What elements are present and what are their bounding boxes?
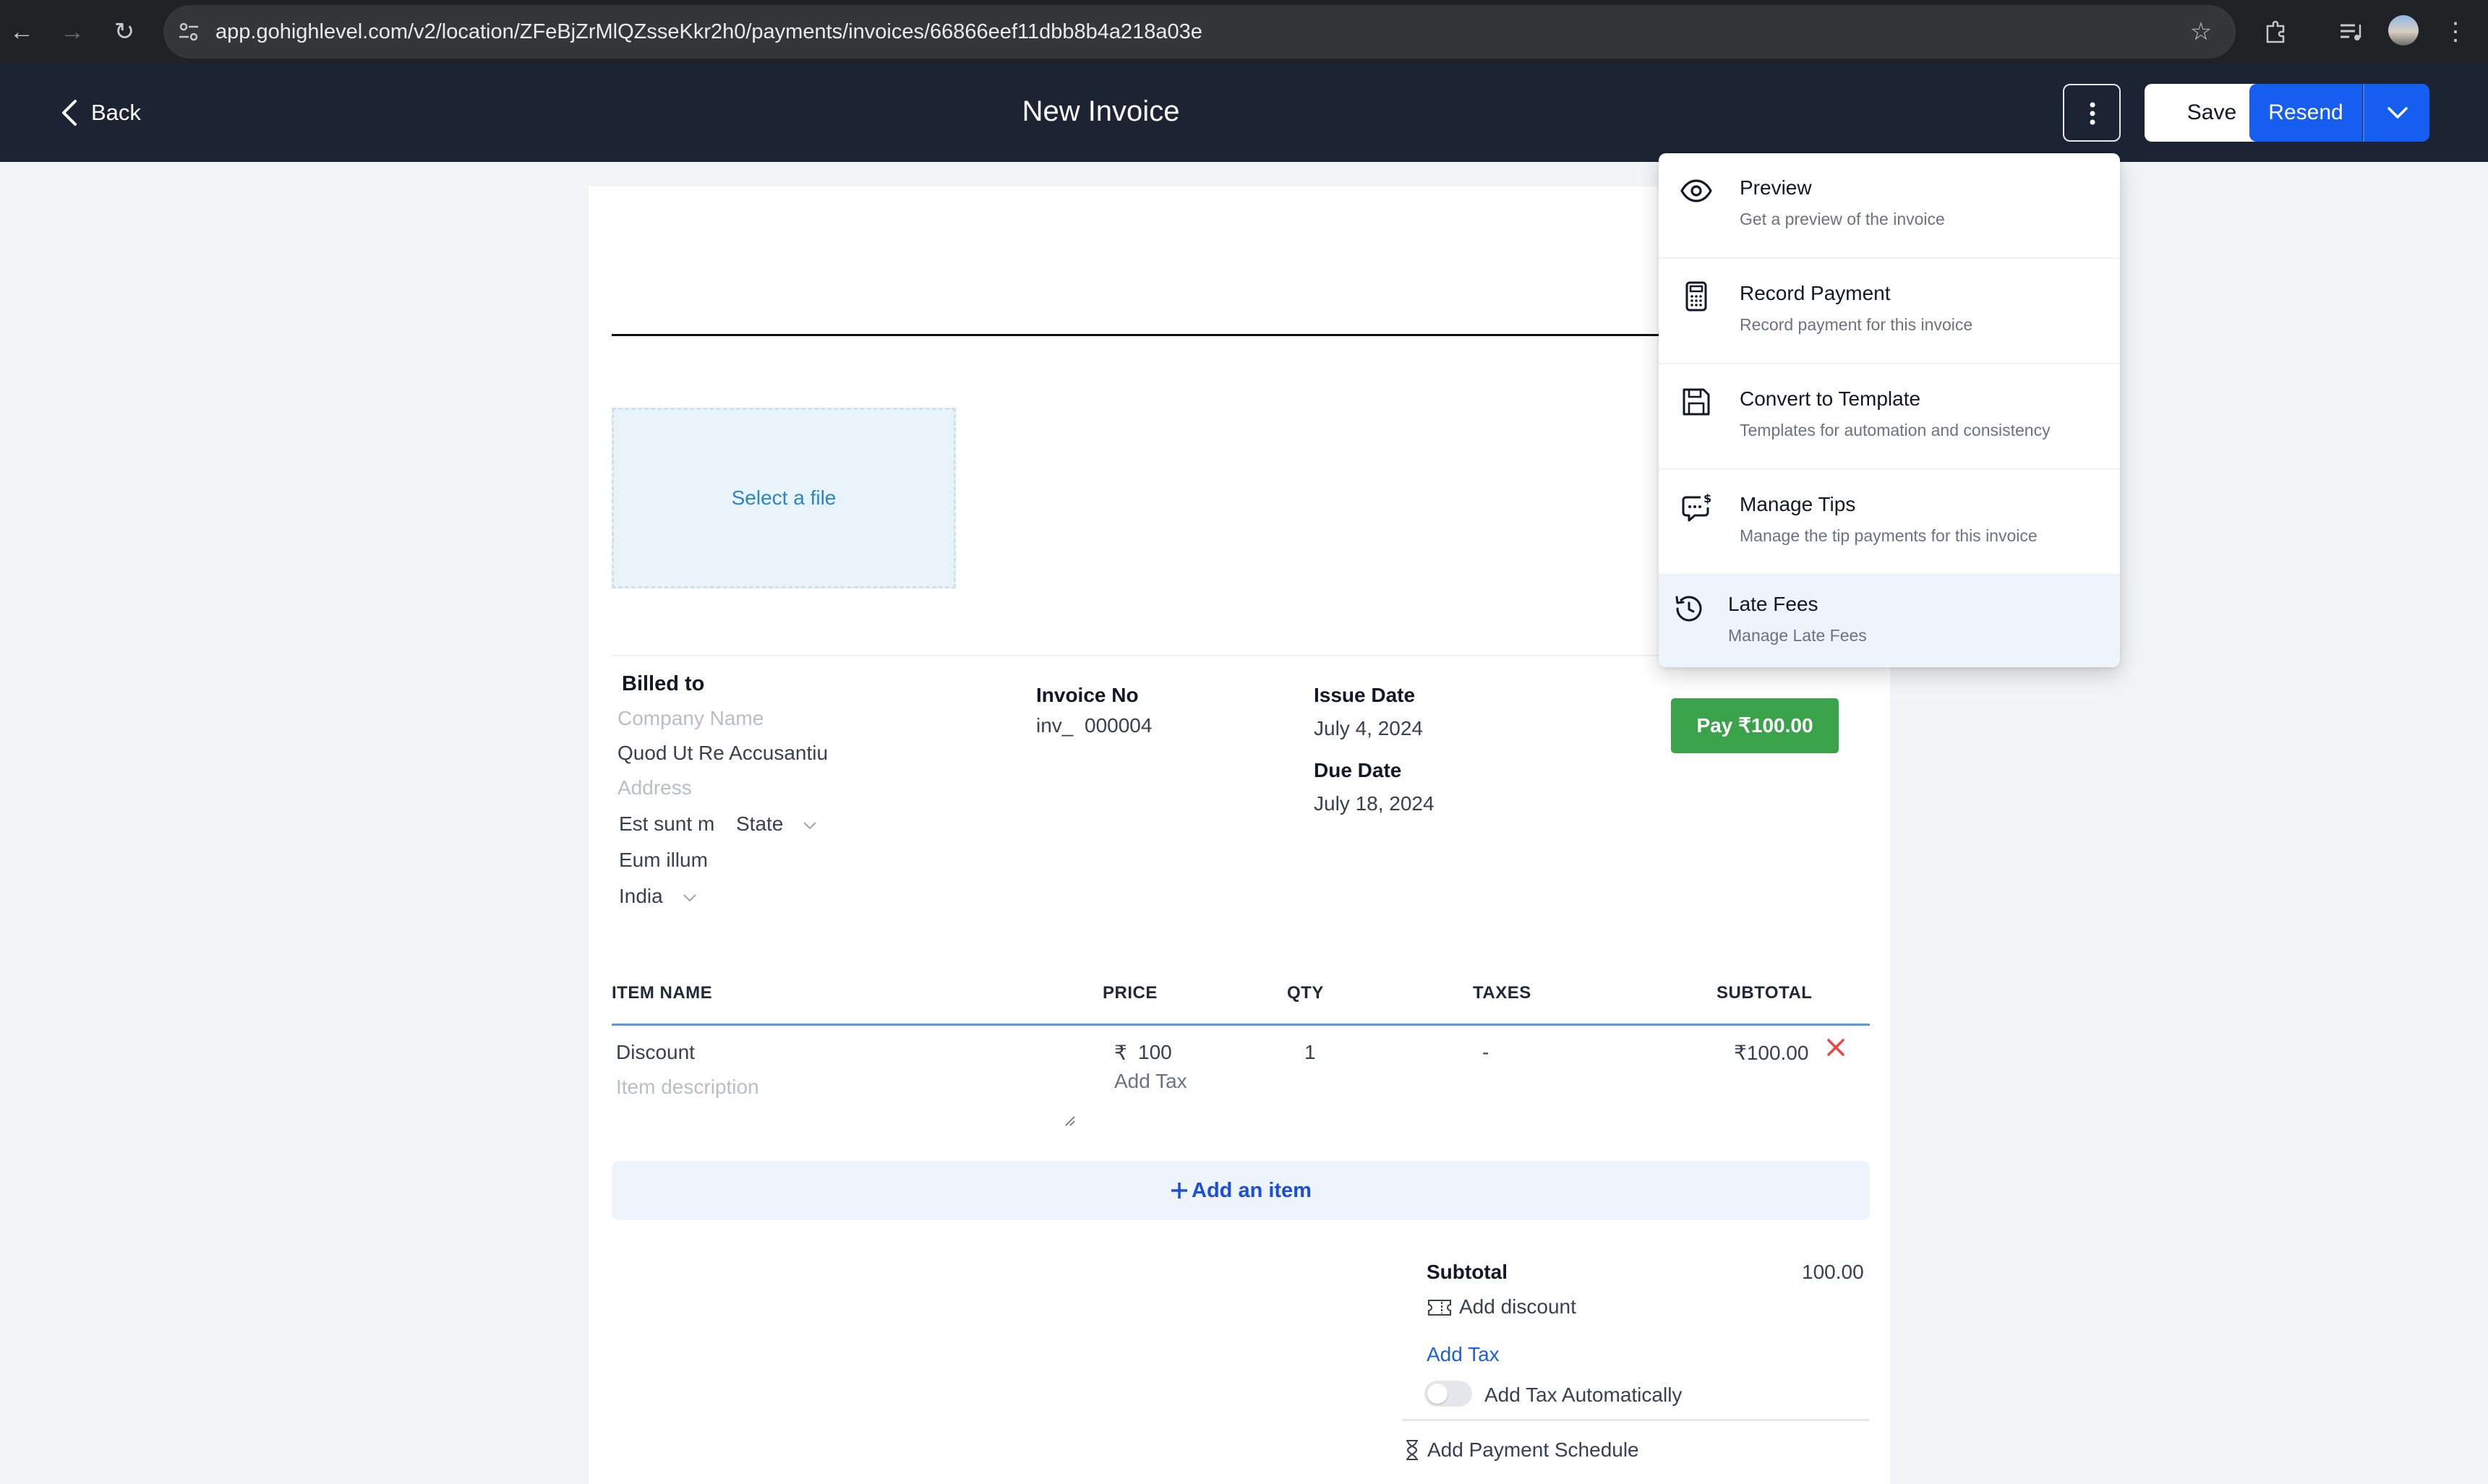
column-header-price: PRICE — [1103, 983, 1158, 1003]
menu-item-preview[interactable]: Preview Get a preview of the invoice — [1659, 153, 2120, 259]
add-item-button[interactable]: Add an item — [612, 1161, 1870, 1220]
add-discount-label: Add discount — [1459, 1295, 1576, 1318]
menu-item-manage-tips[interactable]: $ Manage Tips Manage the tip payments fo… — [1659, 470, 2120, 575]
plus-icon — [1171, 1183, 1188, 1198]
select-file-link[interactable]: Select a file — [614, 410, 954, 586]
column-header-item-name: ITEM NAME — [612, 983, 713, 1003]
state-select[interactable]: State — [736, 812, 818, 836]
menu-item-title: Preview — [1740, 176, 1812, 199]
pay-button[interactable]: Pay ₹100.00 — [1671, 698, 1839, 753]
menu-item-title: Record Payment — [1740, 282, 1891, 304]
menu-item-subtitle: Templates for automation and consistency — [1740, 421, 2051, 439]
due-date-label: Due Date — [1314, 759, 1402, 781]
delete-item-icon[interactable] — [1825, 1037, 1847, 1058]
item-name-field[interactable]: Discount — [616, 1041, 695, 1064]
price-currency: ₹ — [1114, 1042, 1127, 1064]
column-header-qty: QTY — [1287, 983, 1324, 1003]
menu-item-convert-to-template[interactable]: Convert to Template Templates for automa… — [1659, 364, 2120, 470]
page-title: New Invoice — [1022, 95, 1180, 127]
row-subtotal: ₹100.00 — [1734, 1042, 1809, 1064]
media-controls-icon[interactable] — [2338, 19, 2364, 45]
invoice-number-label: Invoice No — [1036, 684, 1139, 706]
summary-divider — [1403, 1419, 1870, 1421]
menu-item-subtitle: Manage the tip payments for this invoice — [1740, 526, 2038, 545]
subtotal-label: Subtotal — [1427, 1261, 1508, 1283]
kebab-icon — [2090, 102, 2095, 125]
chevron-down-icon — [803, 821, 816, 830]
textarea-resize-icon[interactable] — [1064, 1115, 1076, 1127]
menu-item-title: Manage Tips — [1740, 493, 1856, 515]
table-header-divider — [612, 1024, 1870, 1026]
country-select[interactable]: India — [619, 885, 698, 908]
clock-history-icon — [1675, 596, 1702, 622]
add-discount-link[interactable]: Add discount — [1427, 1295, 1576, 1318]
hourglass-icon — [1406, 1440, 1418, 1460]
chevron-down-icon — [683, 893, 696, 902]
resend-options-button[interactable] — [2363, 84, 2429, 142]
country-select-value: India — [619, 885, 663, 907]
menu-item-subtitle: Get a preview of the invoice — [1740, 210, 1945, 228]
invoice-number-field[interactable]: 000004 — [1085, 714, 1152, 737]
chevron-down-icon — [2387, 107, 2408, 119]
invoice-header: Back New Invoice Save Resend — [0, 64, 2488, 162]
bookmark-star-icon[interactable]: ☆ — [2182, 13, 2220, 51]
qty-field[interactable]: 1 — [1304, 1041, 1316, 1064]
customer-name-field[interactable]: Quod Ut Re Accusantiu — [617, 742, 828, 765]
subtotal-value: 100.00 — [1802, 1261, 1864, 1283]
state-select-value: State — [736, 812, 784, 835]
add-payment-schedule-label: Add Payment Schedule — [1427, 1438, 1639, 1461]
browser-reload-icon[interactable]: ↻ — [108, 16, 140, 48]
add-tax-auto-label: Add Tax Automatically — [1484, 1384, 1683, 1406]
menu-item-title: Late Fees — [1728, 593, 1818, 615]
browser-toolbar: ← → ↻ app.gohighlevel.com/v2/location/ZF… — [0, 0, 2488, 64]
add-tax-auto-toggle[interactable] — [1424, 1381, 1472, 1407]
address-bar-url: app.gohighlevel.com/v2/location/ZFeBjZrM… — [215, 20, 1202, 43]
add-item-label: Add an item — [1192, 1179, 1312, 1202]
floppy-disk-icon — [1683, 388, 1710, 416]
browser-back-icon[interactable]: ← — [6, 16, 38, 48]
issue-date-field[interactable]: July 4, 2024 — [1314, 717, 1423, 740]
browser-forward-icon[interactable]: → — [56, 16, 88, 48]
issue-date-label: Issue Date — [1314, 684, 1416, 706]
browser-menu-icon[interactable]: ⋮ — [2437, 13, 2474, 51]
due-date-field[interactable]: July 18, 2024 — [1314, 792, 1435, 815]
ticket-icon — [1428, 1300, 1451, 1316]
menu-item-subtitle: Record payment for this invoice — [1740, 315, 1973, 334]
add-payment-schedule-link[interactable]: Add Payment Schedule — [1404, 1438, 1639, 1462]
city-field[interactable]: Est sunt m — [619, 812, 714, 836]
row-add-tax-link[interactable]: Add Tax — [1114, 1070, 1187, 1093]
menu-item-subtitle: Manage Late Fees — [1728, 626, 1867, 645]
column-header-subtotal: SUBTOTAL — [1717, 983, 1813, 1003]
more-options-menu: Preview Get a preview of the invoice Rec… — [1659, 153, 2120, 667]
company-name-field[interactable]: Company Name — [617, 707, 764, 730]
logo-dropzone[interactable]: Select a file — [612, 408, 956, 588]
menu-item-title: Convert to Template — [1740, 387, 1921, 410]
zip-field[interactable]: Eum illum — [619, 849, 708, 872]
menu-item-record-payment[interactable]: Record Payment Record payment for this i… — [1659, 259, 2120, 364]
price-field[interactable]: 100 — [1138, 1041, 1172, 1064]
site-settings-icon[interactable] — [176, 20, 201, 44]
invoice-prefix-field[interactable]: inv_ — [1036, 714, 1073, 737]
svg-text:$: $ — [1703, 492, 1711, 505]
item-description-field[interactable]: Item description — [616, 1076, 759, 1099]
eye-icon — [1680, 179, 1712, 202]
resend-button[interactable]: Resend — [2249, 84, 2362, 142]
extensions-icon[interactable] — [2262, 17, 2289, 45]
taxes-value: - — [1482, 1041, 1489, 1063]
address-bar[interactable]: app.gohighlevel.com/v2/location/ZFeBjZrM… — [163, 5, 2236, 59]
menu-item-late-fees[interactable]: Late Fees Manage Late Fees — [1659, 575, 2120, 667]
more-options-button[interactable] — [2063, 84, 2121, 142]
address-field[interactable]: Address — [617, 776, 692, 799]
add-tax-link[interactable]: Add Tax — [1427, 1343, 1500, 1366]
column-header-taxes: TAXES — [1473, 983, 1531, 1003]
tips-icon: $ — [1682, 492, 1711, 522]
profile-avatar[interactable] — [2388, 15, 2419, 46]
calculator-icon — [1685, 281, 1707, 312]
billed-to-heading: Billed to — [622, 672, 705, 695]
